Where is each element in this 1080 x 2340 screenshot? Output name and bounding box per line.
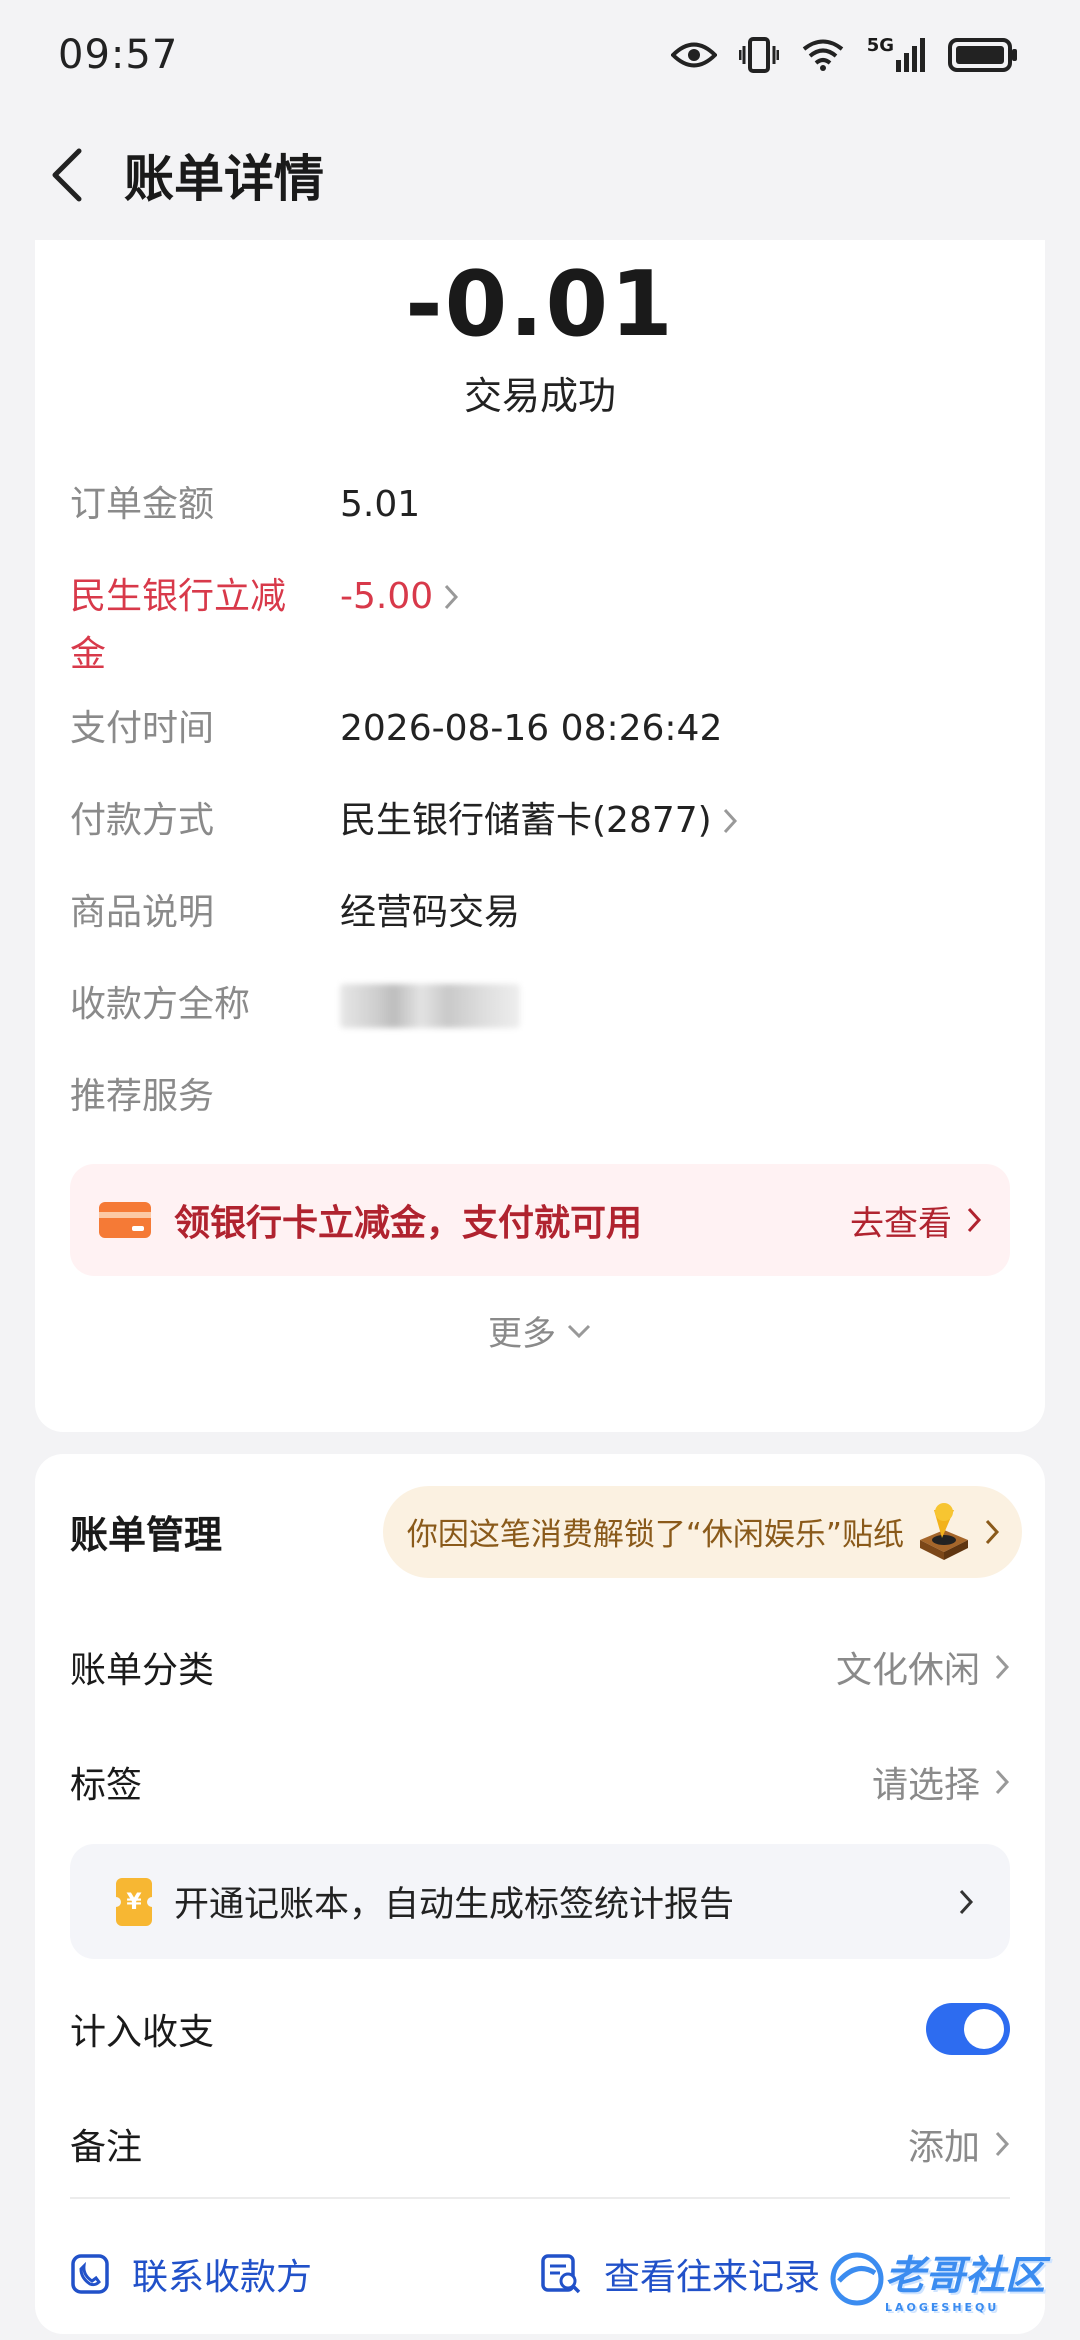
note-value: 添加 — [907, 2127, 980, 2168]
income-expense-label: 计入收支 — [70, 2012, 215, 2053]
phone-icon — [71, 2254, 109, 2294]
bill-management-card: 账单管理 你因这笔消费解锁了“休闲娱乐”贴纸 账单分类 文化休闲 标签 请选择 … — [35, 1454, 1045, 2334]
chevron-right-icon — [995, 1654, 1010, 1679]
vibrate-icon — [738, 37, 779, 73]
detail-value: 5.01 — [340, 484, 421, 525]
chevron-right-icon — [995, 2131, 1010, 2157]
detail-value-wrap: -5.00 — [340, 568, 459, 626]
tag-value: 请选择 — [871, 1764, 980, 1806]
wifi-icon — [802, 39, 843, 71]
promo-link-label: 去查看 — [850, 1203, 952, 1244]
detail-label: 推荐服务 — [70, 1076, 215, 1117]
more-label: 更多 — [488, 1314, 556, 1354]
tag-value-wrap: 请选择 — [872, 1756, 1010, 1808]
contact-payee-label: 联系收款方 — [132, 2257, 313, 2298]
note-label: 备注 — [70, 2127, 143, 2168]
detail-label: 商品说明 — [70, 892, 215, 933]
back-button[interactable] — [36, 145, 96, 205]
ledger-promo-banner[interactable]: ¥ 开通记账本，自动生成标签统计报告 — [70, 1844, 1010, 1959]
detail-value: -5.00 — [340, 576, 434, 617]
category-value-wrap: 文化休闲 — [836, 1641, 1010, 1693]
detail-value-wrap: 民生银行储蓄卡(2877) — [340, 792, 738, 850]
view-history-label: 查看往来记录 — [604, 2257, 821, 2298]
category-label: 账单分类 — [70, 1649, 215, 1691]
detail-label: 收款方全称 — [70, 984, 251, 1025]
detail-row-payee-name: 收款方全称 — [70, 960, 1010, 1052]
detail-label: 订单金额 — [70, 484, 215, 525]
chevron-right-icon — [985, 1519, 1000, 1544]
detail-row-recommended: 推荐服务 — [70, 1052, 1010, 1144]
more-button[interactable]: 更多 — [35, 1306, 1045, 1355]
eye-icon — [670, 42, 717, 68]
chevron-down-icon — [567, 1324, 591, 1338]
bill-summary-card: -0.01 交易成功 订单金额 5.01 民生银行立减金 -5.00 支付时间 … — [35, 240, 1045, 1432]
detail-label: 民生银行立减金 — [70, 576, 287, 675]
status-time: 09:57 — [58, 32, 179, 78]
category-value: 文化休闲 — [835, 1649, 980, 1691]
sticker-text: 你因这笔消费解锁了“休闲娱乐”贴纸 — [406, 1517, 904, 1553]
chevron-right-icon — [995, 1769, 1010, 1794]
promo-view-link[interactable]: 去查看 — [850, 1196, 982, 1245]
detail-row-bank-discount[interactable]: 民生银行立减金 -5.00 — [70, 552, 1010, 684]
tag-row[interactable]: 标签 请选择 — [70, 1724, 1010, 1839]
chevron-right-icon — [967, 1207, 982, 1233]
battery-icon — [948, 38, 1017, 72]
detail-list: 订单金额 5.01 民生银行立减金 -5.00 支付时间 2026-08-16 … — [35, 460, 1045, 1144]
nav-bar: 账单详情 — [0, 110, 1080, 240]
watermark-title: 老哥社区 — [885, 2253, 1045, 2299]
chevron-right-icon — [959, 1889, 974, 1914]
page-title: 账单详情 — [124, 150, 324, 208]
chevron-right-icon — [723, 808, 737, 834]
tag-label: 标签 — [70, 1764, 143, 1806]
detail-value: 2026-08-16 08:26:42 — [340, 708, 723, 749]
network-type-label: 5G — [866, 35, 894, 56]
ledger-coupon-icon: ¥ — [114, 1877, 154, 1926]
transaction-status: 交易成功 — [463, 374, 616, 418]
management-header: 账单管理 你因这笔消费解锁了“休闲娱乐”贴纸 — [70, 1454, 1022, 1609]
watermark-logo: 老哥社区 LAOGESHEQU — [829, 2243, 1045, 2314]
bank-card-icon — [99, 1202, 151, 1238]
status-bar: 09:57 5G — [0, 0, 1080, 110]
income-expense-row: 计入收支 — [70, 1959, 1010, 2099]
transaction-amount: -0.01 — [405, 252, 675, 357]
bank-card-promo-banner[interactable]: 领银行卡立减金，支付就可用 去查看 — [70, 1164, 1010, 1276]
sticker-unlock-pill[interactable]: 你因这笔消费解锁了“休闲娱乐”贴纸 — [382, 1485, 1022, 1578]
status-icons: 5G — [670, 35, 1020, 74]
detail-row-pay-time: 支付时间 2026-08-16 08:26:42 — [70, 684, 1010, 776]
detail-label: 付款方式 — [70, 800, 215, 841]
dragon-logo-icon — [830, 2252, 884, 2305]
promo-text: 领银行卡立减金，支付就可用 — [174, 1203, 643, 1244]
detail-value: 民生银行储蓄卡(2877) — [340, 800, 712, 841]
detail-row-product-desc: 商品说明 经营码交易 — [70, 868, 1010, 960]
chevron-right-icon — [445, 584, 459, 610]
history-list-icon — [541, 2254, 581, 2294]
watermark-text: 老哥社区 LAOGESHEQU — [885, 2243, 1045, 2314]
detail-row-payment-method[interactable]: 付款方式 民生银行储蓄卡(2877) — [70, 776, 1010, 868]
detail-row-order-amount: 订单金额 5.01 — [70, 460, 1010, 552]
ledger-text: 开通记账本，自动生成标签统计报告 — [174, 1885, 735, 1925]
chevron-left-icon — [52, 148, 82, 202]
category-row[interactable]: 账单分类 文化休闲 — [70, 1609, 1010, 1724]
income-expense-toggle[interactable] — [926, 2003, 1010, 2055]
contact-payee-button[interactable]: 联系收款方 — [70, 2248, 540, 2300]
note-value-wrap: 添加 — [908, 2118, 1010, 2170]
svg-text:¥: ¥ — [126, 1890, 142, 1915]
payee-name-redacted — [340, 984, 520, 1028]
cellular-signal-icon: 5G — [866, 35, 926, 72]
detail-value: 经营码交易 — [340, 892, 521, 933]
note-row[interactable]: 备注 添加 — [70, 2099, 1010, 2189]
watermark-subtitle: LAOGESHEQU — [885, 2301, 1000, 2314]
record-player-sticker-icon — [920, 1502, 968, 1560]
management-title: 账单管理 — [70, 1513, 223, 1557]
detail-label: 支付时间 — [70, 708, 215, 749]
